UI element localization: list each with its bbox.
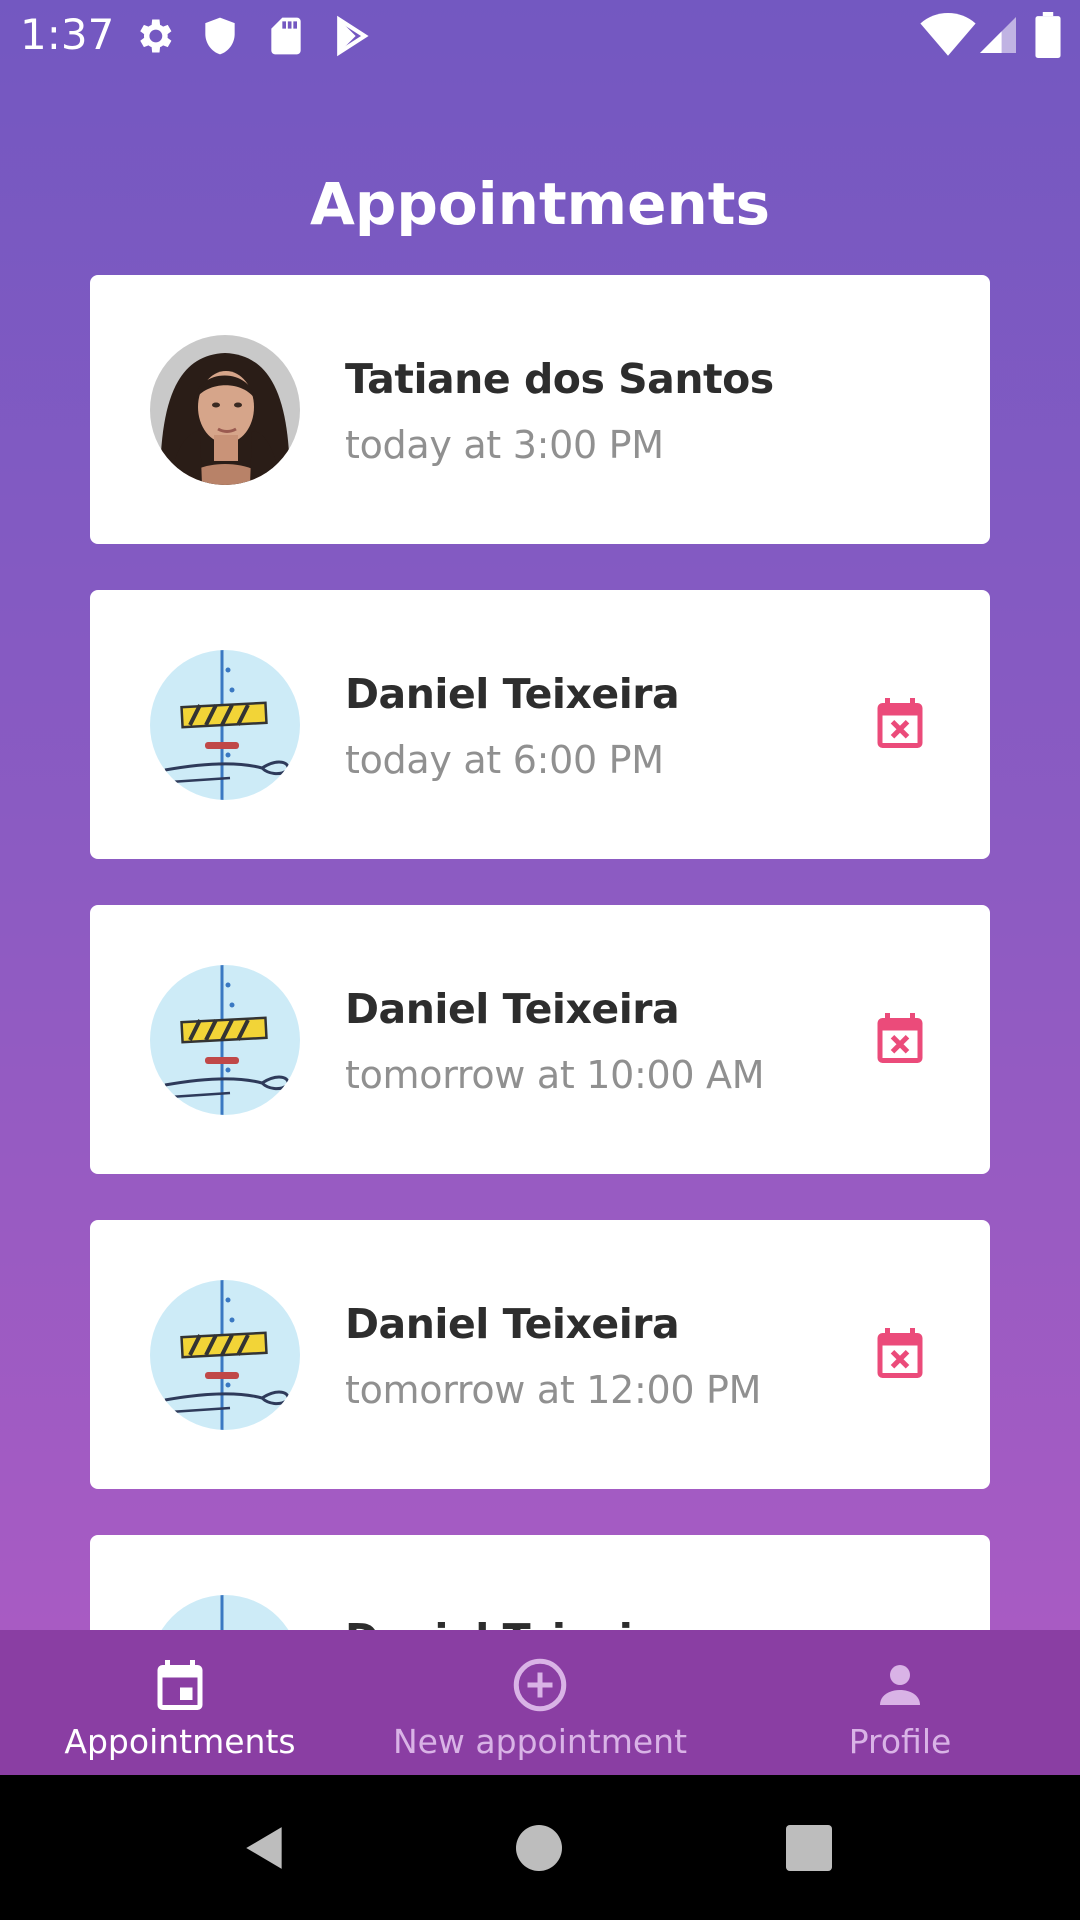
appointment-card[interactable]: Daniel Teixeira tomorrow at 12:00 PM — [90, 1220, 990, 1489]
construction-illustration-icon — [150, 650, 300, 800]
construction-illustration-icon — [150, 965, 300, 1115]
cancel-appointment-icon[interactable] — [870, 1323, 930, 1383]
tab-label: Profile — [848, 1722, 952, 1761]
client-name: Daniel Teixeira — [345, 1300, 680, 1348]
home-icon[interactable] — [516, 1825, 562, 1871]
appointment-card[interactable]: Daniel Teixeira — [90, 1535, 990, 1630]
status-time: 1:37 — [20, 10, 115, 59]
recents-icon[interactable] — [786, 1825, 832, 1871]
client-name: Tatiane dos Santos — [345, 355, 774, 403]
cancel-appointment-icon[interactable] — [870, 1008, 930, 1068]
gear-icon — [140, 19, 172, 53]
avatar-illustration — [150, 1595, 300, 1630]
avatar-illustration — [150, 965, 300, 1115]
person-icon — [880, 1665, 920, 1705]
play-store-icon — [337, 15, 369, 57]
tab-appointments[interactable]: Appointments — [0, 1630, 360, 1775]
appointment-time: today at 3:00 PM — [345, 423, 664, 467]
sd-card-icon — [271, 17, 301, 55]
construction-illustration-icon — [150, 1280, 300, 1430]
cancel-appointment-icon[interactable] — [870, 693, 930, 753]
construction-illustration-icon — [150, 1595, 300, 1630]
avatar-photo — [150, 335, 300, 485]
appointment-time: tomorrow at 12:00 PM — [345, 1368, 762, 1412]
client-name: Daniel Teixeira — [345, 985, 680, 1033]
avatar-illustration — [150, 650, 300, 800]
client-name: Daniel Teixeira — [345, 670, 680, 718]
appointment-time: today at 6:00 PM — [345, 738, 664, 782]
shield-icon — [205, 17, 235, 55]
appointment-card[interactable]: Daniel Teixeira today at 6:00 PM — [90, 590, 990, 859]
status-bar: 1:37 — [0, 0, 1080, 72]
tab-label: Appointments — [64, 1722, 296, 1761]
wifi-icon — [920, 12, 976, 56]
tab-new-appointment[interactable]: New appointment — [360, 1630, 720, 1775]
appointment-time: tomorrow at 10:00 AM — [345, 1053, 765, 1097]
appointment-card[interactable]: Tatiane dos Santos today at 3:00 PM — [90, 275, 990, 544]
add-circle-icon — [513, 1658, 567, 1712]
person-photo-icon — [150, 335, 300, 485]
avatar-illustration — [150, 1280, 300, 1430]
appointment-list[interactable]: Tatiane dos Santos today at 3:00 PM Dani… — [0, 275, 1080, 1630]
cell-signal-icon — [980, 17, 1016, 53]
tab-profile[interactable]: Profile — [720, 1630, 1080, 1775]
bottom-navigation: Appointments New appointment Profile — [0, 1630, 1080, 1775]
battery-icon — [1035, 12, 1061, 58]
appointment-card[interactable]: Daniel Teixeira tomorrow at 10:00 AM — [90, 905, 990, 1174]
tab-label: New appointment — [392, 1722, 688, 1761]
calendar-icon — [157, 1660, 203, 1710]
back-icon[interactable] — [240, 1823, 290, 1873]
client-name: Daniel Teixeira — [345, 1615, 680, 1630]
page-title: Appointments — [310, 170, 770, 238]
system-navigation-bar — [0, 1775, 1080, 1920]
